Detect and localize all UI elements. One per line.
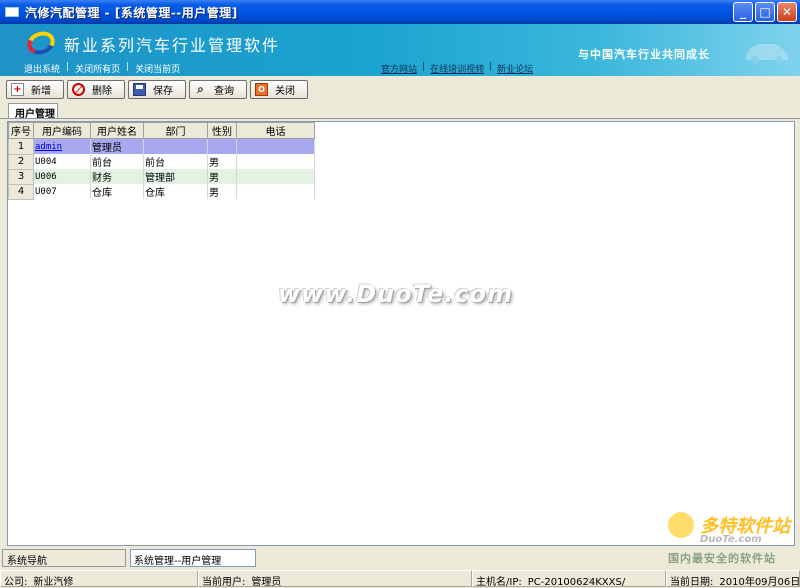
status-date: 当前日期: 2010年09月06日 [666, 570, 800, 587]
header-banner: 新业系列汽车行业管理软件 与中国汽车行业共同成长 退出系统 | 关闭所有页 | … [0, 24, 800, 76]
window-title: 汽修汽配管理 - [系统管理--用户管理] [25, 5, 238, 20]
cell-name[interactable]: 仓库 [90, 184, 144, 199]
logo-icon [24, 27, 58, 59]
add-icon: + [11, 83, 24, 96]
car-icon [746, 44, 788, 64]
save-button[interactable]: 保存 [128, 80, 186, 99]
tab-user-management[interactable]: 用户管理 [8, 103, 58, 120]
row-number: 4 [8, 183, 34, 200]
col-header-name[interactable]: 用户姓名 [90, 122, 144, 139]
cell-phone[interactable] [236, 184, 315, 199]
external-links: 官方网站 | 在线培训视频 | 新业论坛 [376, 62, 538, 75]
cell-gender[interactable] [207, 138, 237, 154]
row-number: 2 [8, 153, 34, 170]
cell-name[interactable]: 管理员 [90, 138, 144, 154]
watermark-text: www.DuoTe.com [278, 280, 513, 308]
row-number: 3 [8, 168, 34, 185]
cell-code[interactable]: admin [33, 138, 91, 154]
close-window-button[interactable]: ✕ [777, 2, 797, 22]
current-page-indicator[interactable]: 系统管理--用户管理 [130, 549, 256, 567]
delete-button[interactable]: ／ 删除 [67, 80, 125, 99]
date-value: 2010年09月06日 [719, 577, 800, 587]
col-header-dept[interactable]: 部门 [143, 122, 208, 139]
table-row[interactable]: 2 U004 前台 前台 男 [8, 153, 315, 170]
window-controls: _ □ ✕ [733, 2, 797, 22]
save-button-label: 保存 [153, 86, 173, 97]
mascot-icon [668, 512, 694, 538]
cell-gender[interactable]: 男 [207, 169, 237, 184]
table-row[interactable]: 4 U007 仓库 仓库 男 [8, 183, 315, 200]
company-value: 新业汽修 [33, 577, 74, 587]
watermark-site: DuoTe.com [700, 534, 762, 545]
status-host: 主机名/IP: PC-20100624KXXS/ [472, 570, 666, 587]
col-header-no[interactable]: 序号 [8, 122, 34, 139]
close-icon: O [255, 83, 268, 96]
minimize-button[interactable]: _ [733, 2, 753, 22]
system-links: 退出系统 | 关闭所有页 | 关闭当前页 [18, 62, 186, 75]
host-value: PC-20100624KXXS/ [527, 577, 626, 587]
query-button-label: 查询 [214, 86, 234, 97]
forum-link[interactable]: 新业论坛 [492, 62, 538, 75]
company-label: 公司: [4, 577, 28, 587]
table-row[interactable]: 1 admin 管理员 [8, 138, 315, 155]
status-user: 当前用户: 管理员 [198, 570, 472, 587]
new-button[interactable]: + 新增 [6, 80, 64, 99]
tab-divider [0, 118, 800, 119]
date-label: 当前日期: [670, 577, 714, 587]
close-all-pages-link[interactable]: 关闭所有页 [69, 62, 126, 75]
slogan: 与中国汽车行业共同成长 [578, 48, 710, 61]
close-button[interactable]: O 关闭 [250, 80, 308, 99]
cell-phone[interactable] [236, 154, 315, 169]
floppy-disk-icon [133, 83, 146, 96]
table-row[interactable]: 3 U006 财务 管理部 男 [8, 168, 315, 185]
watermark-tagline: 国内最安全的软件站 [668, 552, 776, 565]
user-value: 管理员 [251, 577, 282, 587]
row-number: 1 [8, 138, 34, 155]
user-grid: 序号 用户编码 用户姓名 部门 性别 电话 1 admin 管理员 2 U004… [7, 121, 795, 546]
query-button[interactable]: ⌕ 查询 [189, 80, 247, 99]
status-company: 公司: 新业汽修 [0, 570, 198, 587]
cell-name[interactable]: 前台 [90, 154, 144, 169]
no-entry-icon: ／ [72, 83, 85, 96]
close-button-label: 关闭 [275, 86, 295, 97]
cell-code[interactable]: U006 [33, 169, 91, 184]
col-header-gender[interactable]: 性别 [207, 122, 237, 139]
app-icon [5, 7, 19, 17]
title-bar: 汽修汽配管理 - [系统管理--用户管理] _ □ ✕ [0, 0, 800, 24]
delete-button-label: 删除 [92, 86, 112, 97]
cell-dept[interactable] [143, 138, 208, 154]
cell-dept[interactable]: 仓库 [143, 184, 208, 199]
user-label: 当前用户: [202, 577, 246, 587]
col-header-phone[interactable]: 电话 [236, 122, 315, 139]
system-navigation-button[interactable]: 系统导航 [2, 549, 126, 567]
status-bar: 公司: 新业汽修 当前用户: 管理员 主机名/IP: PC-20100624KXXS/… [0, 570, 800, 588]
official-site-link[interactable]: 官方网站 [376, 62, 422, 75]
table-header-row: 序号 用户编码 用户姓名 部门 性别 电话 [8, 122, 315, 139]
watermark-logo: 多特软件站 DuoTe.com 国内最安全的软件站 [666, 510, 796, 574]
exit-system-link[interactable]: 退出系统 [18, 62, 66, 75]
cell-gender[interactable]: 男 [207, 184, 237, 199]
cell-name[interactable]: 财务 [90, 169, 144, 184]
cell-gender[interactable]: 男 [207, 154, 237, 169]
training-video-link[interactable]: 在线培训视频 [425, 62, 489, 75]
cell-phone[interactable] [236, 169, 315, 184]
magnifier-icon: ⌕ [197, 82, 204, 96]
maximize-button[interactable]: □ [755, 2, 775, 22]
col-header-code[interactable]: 用户编码 [33, 122, 91, 139]
cell-code[interactable]: U004 [33, 154, 91, 169]
toolbar: + 新增 ／ 删除 保存 ⌕ 查询 O 关闭 [0, 78, 800, 102]
close-current-page-link[interactable]: 关闭当前页 [129, 62, 186, 75]
cell-phone[interactable] [236, 138, 315, 154]
new-button-label: 新增 [31, 86, 51, 97]
user-table: 序号 用户编码 用户姓名 部门 性别 电话 1 admin 管理员 2 U004… [8, 122, 315, 200]
cell-dept[interactable]: 管理部 [143, 169, 208, 184]
cell-dept[interactable]: 前台 [143, 154, 208, 169]
product-title: 新业系列汽车行业管理软件 [64, 36, 281, 55]
host-label: 主机名/IP: [476, 577, 522, 587]
cell-code[interactable]: U007 [33, 184, 91, 199]
